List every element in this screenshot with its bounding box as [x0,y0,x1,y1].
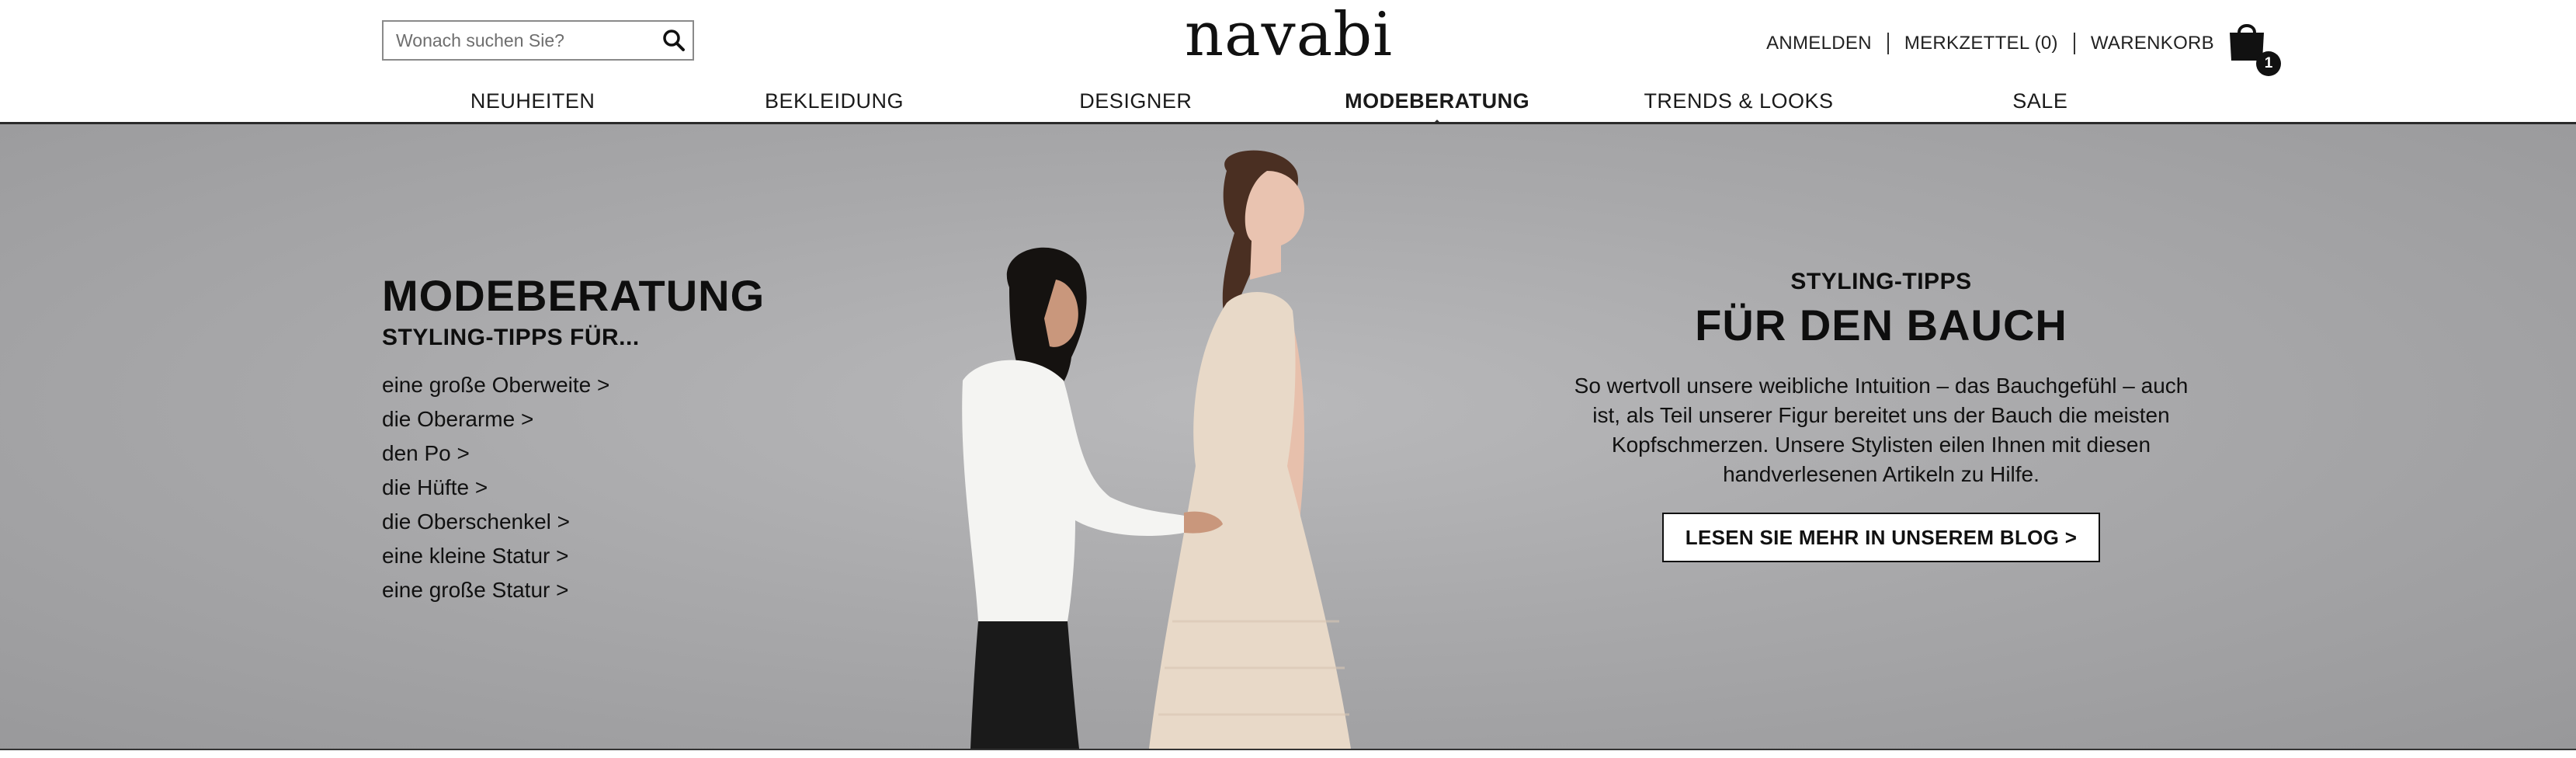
nav-item-bekleidung[interactable]: BEKLEIDUNG [683,84,984,118]
shopping-bag-icon[interactable]: 1 [2227,19,2281,76]
tip-link-oberschenkel[interactable]: die Oberschenkel > [382,505,765,539]
tip-link-grosse-statur[interactable]: eine große Statur > [382,573,765,607]
featured-description: So wertvoll unsere weibliche Intuition –… [1574,374,2189,486]
tip-link-oberarme[interactable]: die Oberarme > [382,402,765,436]
hero-banner: MODEBERATUNG STYLING-TIPPS FÜR... eine g… [0,124,2576,749]
read-blog-button[interactable]: LESEN SIE MEHR IN UNSEREM BLOG > [1662,513,2100,562]
styling-tips-list: eine große Oberweite > die Oberarme > de… [382,368,765,607]
divider [0,749,2576,758]
mode-advice-panel: MODEBERATUNG STYLING-TIPPS FÜR... eine g… [382,269,765,607]
search-input[interactable] [384,22,647,59]
section-subtitle: STYLING-TIPPS FÜR... [382,325,640,350]
nav-item-trends-looks[interactable]: TRENDS & LOOKS [1588,84,1889,118]
main-nav: NEUHEITEN BEKLEIDUNG DESIGNER MODEBERATU… [382,84,2191,130]
tip-link-oberweite[interactable]: eine große Oberweite > [382,368,765,402]
search-box [382,20,694,61]
featured-kicker: STYLING-TIPPS [1790,269,1972,294]
nav-item-modeberatung[interactable]: MODEBERATUNG [1286,84,1588,130]
nav-item-sale[interactable]: SALE [1890,84,2191,118]
cart-link[interactable]: WARENKORB [2091,33,2214,54]
utility-nav: ANMELDEN MERKZETTEL (0) WARENKORB [1766,28,2214,59]
cart-count-badge: 1 [2256,51,2281,76]
hero-image [962,150,1351,749]
nav-item-designer[interactable]: DESIGNER [985,84,1286,118]
search-icon[interactable] [661,28,686,53]
divider [1887,33,1889,54]
section-title: MODEBERATUNG [382,271,766,320]
wishlist-link[interactable]: MERKZETTEL (0) [1904,33,2058,54]
tip-link-po[interactable]: den Po > [382,436,765,471]
featured-tip-panel: STYLING-TIPPS FÜR DEN BAUCH So wertvoll … [1545,269,2217,562]
login-link[interactable]: ANMELDEN [1766,33,1872,54]
site-header: navabi ANMELDEN MERKZETTEL (0) WARENKORB… [0,0,2576,130]
tip-link-kleine-statur[interactable]: eine kleine Statur > [382,539,765,573]
featured-title: FÜR DEN BAUCH [1695,301,2067,349]
divider [2073,33,2075,54]
tip-link-huefte[interactable]: die Hüfte > [382,471,765,505]
brand-logo[interactable]: navabi [1165,0,1413,75]
nav-item-neuheiten[interactable]: NEUHEITEN [382,84,683,118]
model-figure [1149,150,1351,749]
